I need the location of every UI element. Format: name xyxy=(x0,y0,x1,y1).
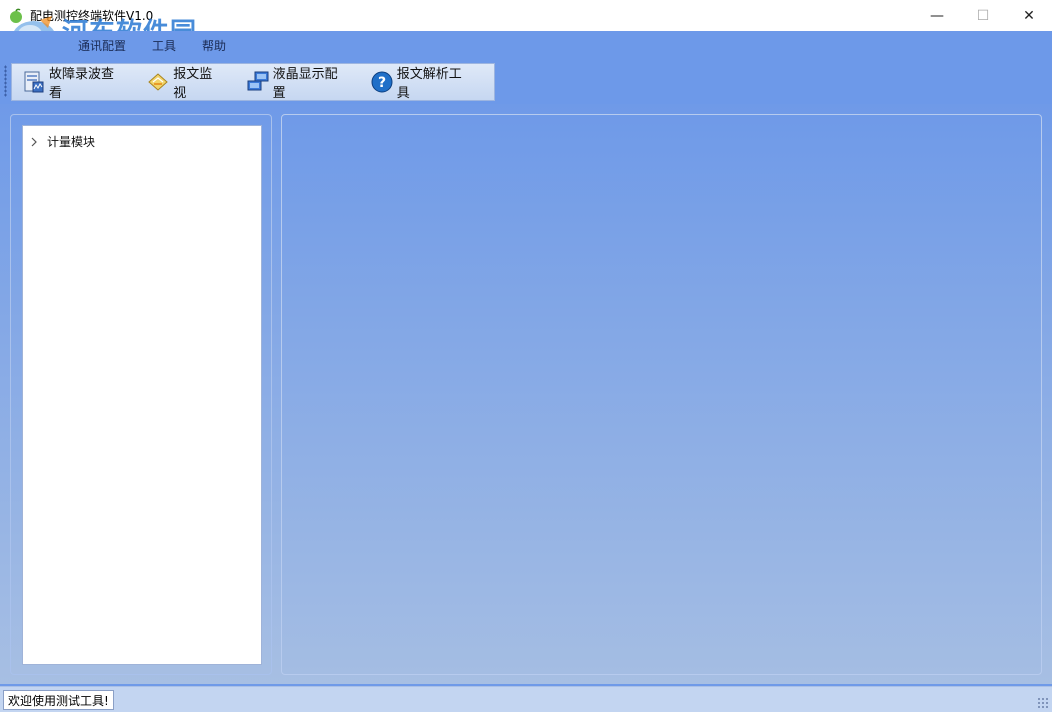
message-monitor-icon xyxy=(146,70,170,94)
tree-node-label: 计量模块 xyxy=(47,135,96,149)
title-bar[interactable]: 配电测控终端软件V1.0 — ☐ ✕ xyxy=(0,0,1052,31)
close-button[interactable]: ✕ xyxy=(1006,0,1052,31)
menu-help[interactable]: 帮助 xyxy=(202,37,226,54)
fault-waveform-button[interactable]: 故障录波查看 xyxy=(22,67,122,101)
window-controls: — ☐ ✕ xyxy=(914,0,1052,31)
lcd-config-button[interactable]: 液晶显示配置 xyxy=(246,67,346,101)
message-parser-button[interactable]: ? 报文解析工具 xyxy=(370,67,470,101)
tree-node-metering[interactable]: 计量模块 xyxy=(29,133,95,150)
resize-grip[interactable] xyxy=(1037,697,1049,709)
message-monitor-label: 报文监视 xyxy=(173,67,213,101)
toolbar: 故障录波查看 报文监视 液晶显示配置 ? 报文解析工具 xyxy=(11,63,495,101)
app-icon xyxy=(8,8,24,24)
waveform-viewer-icon xyxy=(22,70,46,94)
maximize-button[interactable]: ☐ xyxy=(960,0,1006,31)
module-tree[interactable]: 计量模块 xyxy=(22,125,262,665)
chevron-right-icon[interactable] xyxy=(29,136,39,148)
minimize-button[interactable]: — xyxy=(914,0,960,31)
help-question-icon: ? xyxy=(370,70,394,94)
status-message: 欢迎使用测试工具! xyxy=(3,690,114,710)
window-title: 配电测控终端软件V1.0 xyxy=(30,9,154,23)
lcd-config-label: 液晶显示配置 xyxy=(272,67,338,101)
message-monitor-button[interactable]: 报文监视 xyxy=(146,67,221,101)
status-bar: 欢迎使用测试工具! xyxy=(0,686,1052,712)
menu-comm-config[interactable]: 通讯配置 xyxy=(78,37,126,54)
message-parser-label: 报文解析工具 xyxy=(396,67,462,101)
fault-waveform-label: 故障录波查看 xyxy=(49,67,115,101)
menu-bar: 通讯配置 工具 帮助 xyxy=(0,31,1052,59)
svg-text:?: ? xyxy=(378,75,386,91)
toolbar-grip[interactable] xyxy=(4,65,7,97)
toolbar-area: 故障录波查看 报文监视 液晶显示配置 ? 报文解析工具 xyxy=(0,59,1052,104)
lcd-config-icon xyxy=(246,70,270,94)
menu-tools[interactable]: 工具 xyxy=(152,37,176,54)
content-panel xyxy=(281,114,1042,675)
left-panel: 计量模块 xyxy=(10,114,272,675)
